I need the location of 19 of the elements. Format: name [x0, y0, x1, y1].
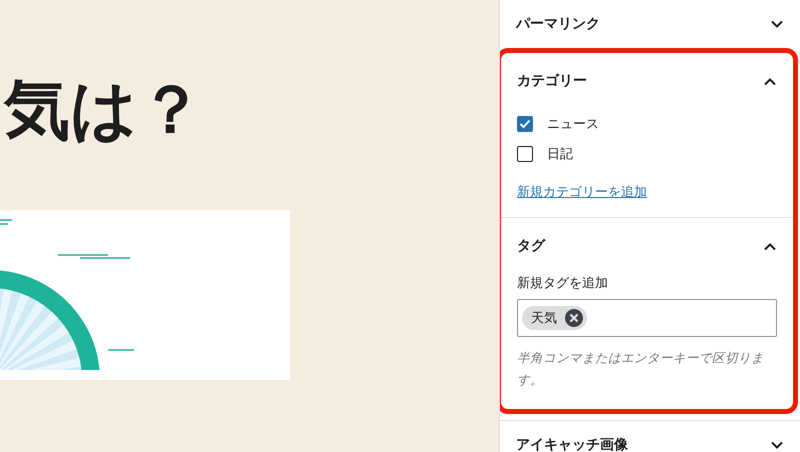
tag-chip: 天気	[522, 306, 587, 330]
remove-icon[interactable]	[565, 309, 583, 327]
panel-title[interactable]: タグ	[517, 237, 545, 255]
field-label: 新規タグを追加	[517, 275, 609, 292]
chevron-up-icon[interactable]	[763, 76, 777, 86]
chevron-down-icon[interactable]	[770, 20, 784, 28]
panel-title[interactable]: パーマリンク	[516, 15, 600, 33]
checkbox[interactable]	[517, 146, 533, 162]
add-category-link[interactable]: 新規カテゴリーを追加	[517, 183, 647, 201]
chevron-up-icon[interactable]	[763, 242, 777, 250]
tag-input-field[interactable]: 天気	[517, 299, 777, 337]
checkbox-label: 日記	[547, 146, 573, 163]
panel-title[interactable]: アイキャッチ画像	[516, 436, 628, 452]
post-title[interactable]: 気は？	[4, 70, 499, 150]
panel-title[interactable]: カテゴリー	[517, 72, 587, 90]
chevron-down-icon[interactable]	[770, 440, 784, 450]
checkbox[interactable]	[517, 116, 533, 132]
checkbox-label: ニュース	[547, 116, 599, 133]
help-text: 半角コンマまたはエンターキーで区切ります。	[517, 349, 765, 389]
